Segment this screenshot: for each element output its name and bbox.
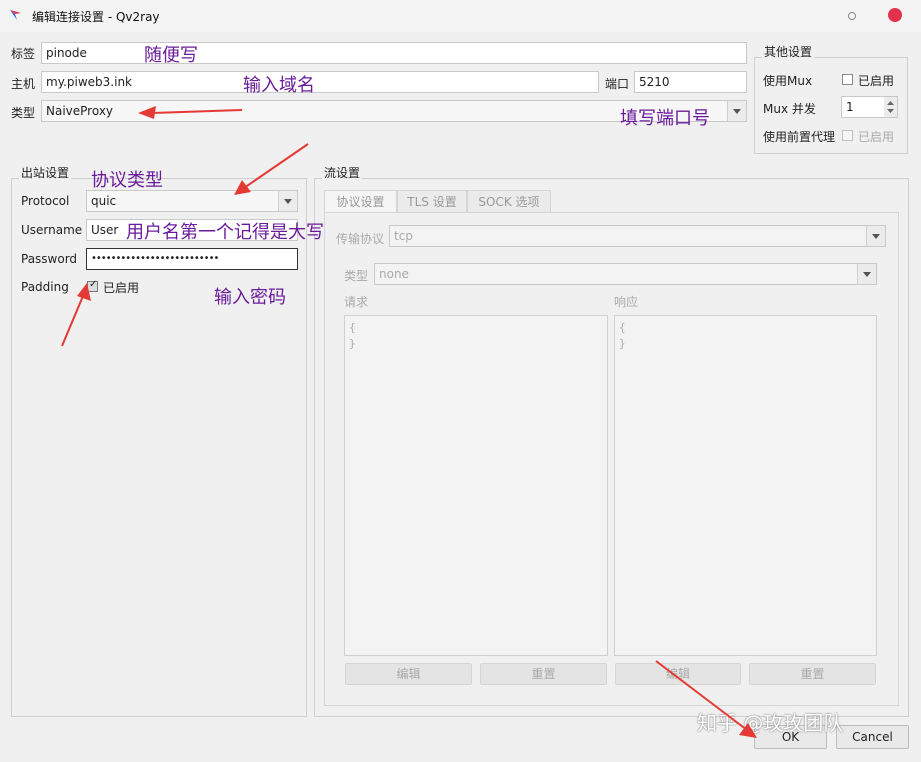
mux-concurrency-value: 1 <box>846 100 854 114</box>
tag-label: 标签 <box>11 47 36 61</box>
request-label: 请求 <box>344 295 369 309</box>
annotation-enter-domain: 输入域名 <box>243 75 315 96</box>
host-input[interactable]: my.piweb3.ink <box>41 71 599 93</box>
proxy-enabled-label: 已启用 <box>858 130 895 144</box>
stream-settings-title: 流设置 <box>322 164 363 181</box>
stream-type-select[interactable]: none <box>374 263 877 285</box>
response-reset-button[interactable]: 重置 <box>749 663 876 685</box>
spin-arrows-icon[interactable] <box>884 97 897 117</box>
mux-concurrency-label: Mux 并发 <box>763 102 816 116</box>
protocol-label: Protocol <box>21 194 70 208</box>
transport-label: 传输协议 <box>336 232 385 246</box>
transport-select-value: tcp <box>394 229 413 243</box>
tab-protocol-settings[interactable]: 协议设置 <box>324 190 397 213</box>
padding-label: Padding <box>21 280 69 294</box>
cancel-button[interactable]: Cancel <box>836 725 909 749</box>
protocol-select-value: quic <box>91 194 117 208</box>
proxy-label: 使用前置代理 <box>763 130 836 144</box>
request-edit-button[interactable]: 编辑 <box>345 663 472 685</box>
annotation-protocol-type: 协议类型 <box>91 170 163 191</box>
chevron-down-icon <box>857 264 876 284</box>
annotation-enter-port: 填写端口号 <box>620 108 710 129</box>
username-label: Username <box>21 223 83 237</box>
tab-sock-options[interactable]: SOCK 选项 <box>467 190 551 213</box>
port-label: 端口 <box>605 77 630 91</box>
mux-label: 使用Mux <box>763 74 813 88</box>
response-label: 响应 <box>614 295 639 309</box>
other-settings-title: 其他设置 <box>762 43 815 60</box>
close-button[interactable] <box>888 8 902 22</box>
request-reset-button[interactable]: 重置 <box>480 663 607 685</box>
stream-type-label: 类型 <box>344 269 369 283</box>
response-edit-button[interactable]: 编辑 <box>615 663 741 685</box>
request-editor[interactable]: { } <box>344 315 608 656</box>
stream-type-select-value: none <box>379 267 409 281</box>
host-label: 主机 <box>11 77 36 91</box>
minimize-icon[interactable] <box>845 9 859 23</box>
title-bar: 编辑连接设置 - Qv2ray <box>0 0 921 32</box>
chevron-down-icon <box>866 226 885 246</box>
window-title: 编辑连接设置 - Qv2ray <box>32 10 160 24</box>
protocol-select[interactable]: quic <box>86 190 298 212</box>
annotation-enter-password: 输入密码 <box>214 287 286 308</box>
tab-tls-settings[interactable]: TLS 设置 <box>397 190 467 213</box>
port-input[interactable]: 5210 <box>634 71 747 93</box>
padding-enabled-label: 已启用 <box>103 281 140 295</box>
mux-checkbox[interactable] <box>842 74 853 85</box>
chevron-down-icon <box>727 101 746 121</box>
annotation-username-capital: 用户名第一个记得是大写 <box>126 222 324 243</box>
transport-select[interactable]: tcp <box>389 225 886 247</box>
watermark: 知乎 @玫玫团队 <box>697 711 844 735</box>
padding-checkbox[interactable] <box>87 279 98 292</box>
chevron-down-icon <box>278 191 297 211</box>
mux-enabled-label: 已启用 <box>858 74 895 88</box>
response-editor[interactable]: { } <box>614 315 877 656</box>
qv2ray-app-icon <box>10 10 21 20</box>
password-label: Password <box>21 252 78 266</box>
annotation-free-text: 随便写 <box>144 45 198 66</box>
proxy-checkbox[interactable] <box>842 130 853 141</box>
type-select-value: NaiveProxy <box>46 104 114 118</box>
password-input[interactable]: •••••••••••••••••••••••••• <box>86 248 298 270</box>
type-label: 类型 <box>11 106 36 120</box>
outbound-settings-title: 出站设置 <box>19 164 72 181</box>
